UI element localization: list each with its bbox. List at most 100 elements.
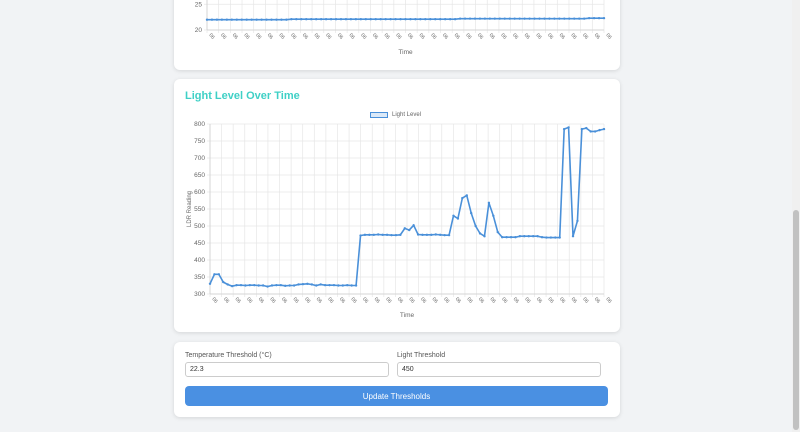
data-point [465,194,468,197]
data-point [585,126,588,130]
data-point [558,17,561,20]
data-point [244,284,247,287]
data-point [399,233,402,237]
data-point [205,18,209,21]
data-point [210,18,214,21]
x-tick-label: 06 [477,296,485,304]
x-tick-label: 06 [523,296,531,304]
x-tick-label: 06 [581,296,589,304]
scrollbar[interactable] [792,0,800,432]
data-point [443,233,446,237]
data-point [543,17,546,20]
x-axis-label: Time [400,312,415,319]
y-tick-label: 25 [195,1,203,8]
data-point [261,284,265,287]
y-tick-label: 800 [194,121,205,128]
x-tick-label: 06 [313,32,321,40]
x-tick-label: 06 [394,32,402,40]
data-point [385,233,389,237]
data-point [434,233,437,236]
data-point [239,283,243,287]
data-point [354,18,358,21]
data-point [528,17,531,20]
data-point [292,284,296,287]
data-point [509,236,513,239]
data-point [285,18,288,21]
x-tick-label: 06 [245,296,253,304]
x-tick-label: 06 [406,32,414,40]
data-point [549,236,553,239]
data-point [448,18,452,21]
x-tick-label: 06 [292,296,300,304]
data-point [439,233,442,237]
x-tick-label: 06 [512,296,520,304]
x-tick-label: 06 [488,32,496,40]
data-point [558,236,561,239]
data-point [404,18,407,21]
update-thresholds-button[interactable]: Update Thresholds [185,386,608,406]
data-point [235,18,238,21]
scrollbar-thumb[interactable] [793,210,799,430]
x-tick-label: 06 [500,296,508,304]
x-axis-label: Time [398,49,413,56]
light-threshold-input[interactable] [397,362,601,377]
data-point [235,283,238,287]
data-point [265,18,268,21]
data-point [576,219,579,223]
data-point [300,18,303,21]
data-point [500,236,504,239]
x-tick-label: 06 [350,296,358,304]
data-point [403,227,406,230]
x-tick-label: 06 [268,296,276,304]
data-point [295,18,298,21]
data-point [424,18,427,21]
x-tick-label: 06 [326,296,334,304]
x-tick-label: 06 [558,296,566,304]
x-tick-label: 06 [429,32,437,40]
temp-threshold-input[interactable] [185,362,389,377]
data-point [577,17,581,20]
y-tick-label: 20 [195,27,203,34]
y-tick-label: 300 [194,291,205,298]
x-tick-label: 06 [569,32,577,40]
data-point [339,18,343,21]
data-point [275,18,278,21]
data-point [568,17,571,20]
y-tick-label: 350 [194,274,205,281]
x-tick-label: 06 [442,296,450,304]
light-threshold-label: Light Threshold [397,352,446,359]
data-point [369,18,372,21]
x-tick-label: 06 [419,296,427,304]
data-point [421,233,424,237]
data-point [384,18,387,21]
data-point [350,284,353,287]
data-point [463,17,467,20]
x-tick-label: 06 [534,32,542,40]
x-tick-label: 06 [336,32,344,40]
data-point [571,235,575,238]
data-point [492,214,495,217]
thresholds-card: Temperature Threshold (°C) Light Thresho… [174,342,620,417]
data-point [215,18,219,21]
data-point [226,283,229,286]
x-tick-label: 06 [207,32,215,40]
x-tick-label: 06 [373,296,381,304]
data-point [346,283,349,287]
data-point [414,18,417,21]
data-point [468,17,472,20]
x-tick-label: 06 [383,32,391,40]
x-tick-label: 06 [278,32,286,40]
data-point [377,233,380,236]
data-point [458,17,462,20]
data-point [469,211,473,215]
data-point [429,18,432,21]
data-point [527,235,530,238]
data-point [554,236,557,239]
y-tick-label: 750 [194,138,205,145]
data-point [310,283,314,286]
x-tick-label: 06 [361,296,369,304]
data-point [518,235,522,238]
data-point [217,273,221,276]
x-tick-label: 06 [359,32,367,40]
x-tick-label: 06 [499,32,507,40]
